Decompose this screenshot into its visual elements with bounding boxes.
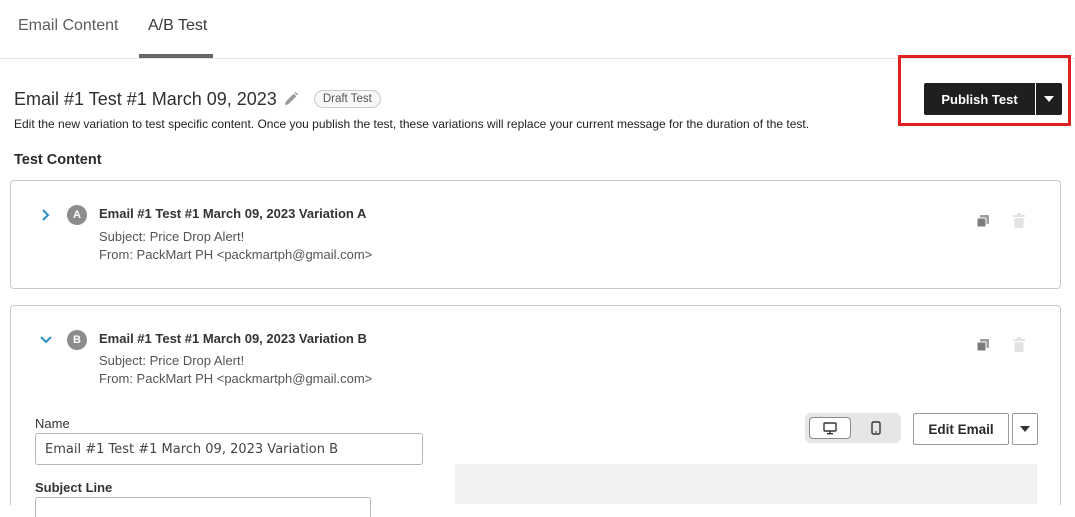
title-row: Email #1 Test #1 March 09, 2023 Draft Te… xyxy=(14,88,381,110)
variation-card-a: A Email #1 Test #1 March 09, 2023 Variat… xyxy=(10,180,1061,289)
edit-email-button[interactable]: Edit Email xyxy=(913,413,1009,445)
edit-email-group: Edit Email xyxy=(913,413,1038,445)
section-title: Test Content xyxy=(14,152,102,168)
chevron-down-icon[interactable] xyxy=(39,333,53,347)
variation-letter-badge: A xyxy=(67,205,87,225)
trash-icon xyxy=(1013,337,1025,352)
variation-card-b: B Email #1 Test #1 March 09, 2023 Variat… xyxy=(10,305,1061,517)
caret-down-icon xyxy=(1020,426,1030,432)
status-badge: Draft Test xyxy=(313,90,381,108)
tab-bar: Email Content A/B Test xyxy=(0,0,1075,59)
variation-from: From: PackMart PH <packmartph@gmail.com> xyxy=(99,371,373,386)
copy-icon[interactable] xyxy=(975,337,991,353)
trash-icon xyxy=(1013,213,1025,228)
page-title: Email #1 Test #1 March 09, 2023 xyxy=(14,88,277,109)
page-description: Edit the new variation to test specific … xyxy=(14,117,810,131)
pencil-icon[interactable] xyxy=(283,91,299,107)
variation-subject: Subject: Price Drop Alert! xyxy=(99,353,245,368)
variation-letter-badge: B xyxy=(67,330,87,350)
name-input[interactable]: Email #1 Test #1 March 09, 2023 Variatio… xyxy=(35,433,423,465)
tab-ab-test[interactable]: A/B Test xyxy=(148,17,207,35)
variation-from: From: PackMart PH <packmartph@gmail.com> xyxy=(99,247,373,262)
edit-email-dropdown-button[interactable] xyxy=(1012,413,1038,445)
email-preview-area xyxy=(455,464,1037,504)
subject-line-label: Subject Line xyxy=(35,480,113,495)
variation-title: Email #1 Test #1 March 09, 2023 Variatio… xyxy=(99,331,367,346)
highlight-box xyxy=(898,55,1071,126)
desktop-preview-button[interactable] xyxy=(809,417,851,439)
chevron-right-icon[interactable] xyxy=(39,208,53,222)
device-toggle xyxy=(805,413,901,443)
mobile-icon xyxy=(871,421,881,435)
name-label: Name xyxy=(35,416,70,431)
tab-email-content[interactable]: Email Content xyxy=(18,17,119,35)
variation-title: Email #1 Test #1 March 09, 2023 Variatio… xyxy=(99,206,367,221)
subject-line-input[interactable] xyxy=(35,497,371,517)
active-tab-indicator xyxy=(139,54,213,58)
desktop-icon xyxy=(823,421,837,434)
copy-icon[interactable] xyxy=(975,213,991,229)
variation-subject: Subject: Price Drop Alert! xyxy=(99,229,245,244)
mobile-preview-button[interactable] xyxy=(855,417,897,439)
